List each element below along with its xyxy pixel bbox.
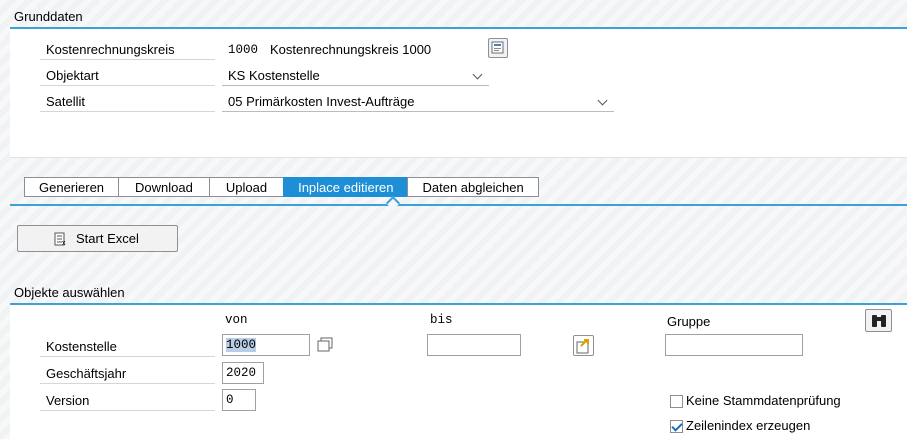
column-header-bis: bis <box>430 313 453 327</box>
arrow-right-icon <box>576 339 589 354</box>
chevron-down-icon <box>597 95 608 106</box>
zeilenindex-erzeugen-checkbox[interactable] <box>670 420 683 433</box>
label-objektart: Objektart <box>40 66 215 86</box>
label-version: Version <box>40 391 215 411</box>
keine-stammdatenpruefung-label: Keine Stammdatenprüfung <box>686 393 841 408</box>
tab-upload[interactable]: Upload <box>208 177 284 197</box>
label-kostenstelle: Kostenstelle <box>40 337 215 357</box>
start-excel-label: Start Excel <box>76 231 139 246</box>
details-icon <box>491 41 504 54</box>
tab-download[interactable]: Download <box>118 177 209 197</box>
binoculars-icon <box>872 315 886 327</box>
kostenrechnungskreis-code: 1000 <box>228 43 259 57</box>
label-geschaeftsjahr: Geschäftsjahr <box>40 364 215 384</box>
tab-strip: Generieren Download Upload Inplace editi… <box>24 177 539 197</box>
column-header-gruppe: Gruppe <box>667 314 711 329</box>
chevron-down-icon <box>472 69 483 80</box>
details-icon-button[interactable] <box>488 38 508 58</box>
satellit-dropdown[interactable]: 05 Primärkosten Invest-Aufträge <box>222 92 614 112</box>
zeilenindex-erzeugen-label: Zeilenindex erzeugen <box>686 418 811 433</box>
section-title-grunddaten: Grunddaten <box>14 9 83 24</box>
kostenstelle-von-value: 1000 <box>226 338 257 352</box>
objektart-dropdown[interactable]: KS Kostenstelle <box>222 66 489 86</box>
keine-stammdatenpruefung-checkbox[interactable] <box>670 395 683 408</box>
geschaeftsjahr-value: 2020 <box>226 366 257 380</box>
satellit-value: 05 Primärkosten Invest-Aufträge <box>228 94 415 109</box>
multiple-selection-icon <box>317 337 333 352</box>
gruppe-input[interactable] <box>665 334 803 356</box>
label-kostenrechnungskreis: Kostenrechnungskreis <box>40 40 215 60</box>
objektart-value: KS Kostenstelle <box>228 68 320 83</box>
tab-inplace-editieren[interactable]: Inplace editieren <box>283 177 408 197</box>
svg-text:x: x <box>62 240 66 246</box>
tab-underline <box>10 204 907 206</box>
version-value: 0 <box>226 393 234 407</box>
tab-daten-abgleichen[interactable]: Daten abgleichen <box>407 177 539 197</box>
start-excel-button[interactable]: x Start Excel <box>17 225 178 252</box>
section-title-objekte: Objekte auswählen <box>14 285 125 300</box>
multiple-selection-button[interactable] <box>316 336 336 355</box>
kostenstelle-von-input[interactable]: 1000 <box>222 334 310 356</box>
tab-generieren[interactable]: Generieren <box>24 177 119 197</box>
column-header-von: von <box>225 313 248 327</box>
excel-icon: x <box>54 232 66 246</box>
kostenstelle-bis-input[interactable] <box>427 334 521 356</box>
kostenrechnungskreis-text: Kostenrechnungskreis 1000 <box>270 42 432 57</box>
label-satellit: Satellit <box>40 92 215 112</box>
select-range-button[interactable] <box>573 335 594 356</box>
search-button[interactable] <box>865 309 892 332</box>
version-input[interactable]: 0 <box>222 389 256 411</box>
geschaeftsjahr-input[interactable]: 2020 <box>222 362 264 384</box>
